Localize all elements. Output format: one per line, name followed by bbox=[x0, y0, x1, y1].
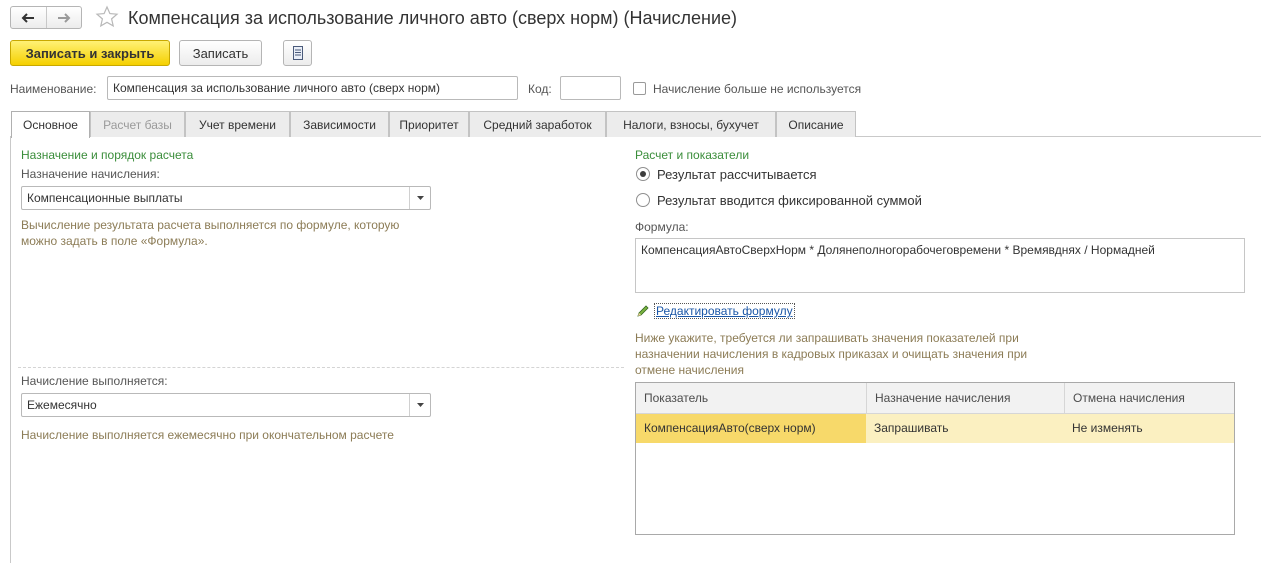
report-button[interactable] bbox=[283, 40, 312, 66]
dropdown-button[interactable] bbox=[409, 394, 430, 416]
purpose-label: Назначение начисления: bbox=[21, 167, 160, 181]
indicators-table: Показатель Назначение начисления Отмена … bbox=[635, 382, 1235, 535]
radio-result-fixed[interactable] bbox=[636, 193, 650, 207]
dropdown-button[interactable] bbox=[409, 187, 430, 209]
table-cell-cancellation[interactable]: Не изменять bbox=[1064, 414, 1234, 443]
name-label: Наименование: bbox=[10, 82, 97, 96]
pencil-icon bbox=[636, 304, 650, 321]
history-nav bbox=[10, 6, 82, 29]
save-and-close-button[interactable]: Записать и закрыть bbox=[10, 40, 170, 66]
table-row[interactable]: КомпенсацияАвто(сверх норм) Запрашивать … bbox=[636, 414, 1234, 443]
arrow-left-icon bbox=[21, 12, 35, 23]
column-header-indicator[interactable]: Показатель bbox=[636, 383, 866, 413]
performed-hint: Начисление выполняется ежемесячно при ок… bbox=[21, 428, 394, 442]
window-title: Компенсация за использование личного авт… bbox=[128, 8, 738, 28]
formula-field[interactable]: КомпенсацияАвтоСверхНорм * Долянеполного… bbox=[635, 238, 1245, 293]
favorite-star-icon[interactable] bbox=[95, 5, 119, 32]
column-header-assignment[interactable]: Назначение начисления bbox=[866, 383, 1064, 413]
section-purpose-title: Назначение и порядок расчета bbox=[21, 148, 194, 162]
radio-result-calculated-label: Результат рассчитывается bbox=[657, 167, 817, 182]
purpose-hint: Вычисление результата расчета выполняетс… bbox=[21, 218, 400, 248]
forward-button[interactable] bbox=[45, 7, 82, 28]
tab-description[interactable]: Описание bbox=[776, 111, 856, 137]
chevron-down-icon bbox=[416, 196, 424, 200]
not-used-label: Начисление больше не используется bbox=[653, 82, 862, 96]
performed-label: Начисление выполняется: bbox=[21, 374, 168, 388]
tab-priority[interactable]: Приоритет bbox=[389, 111, 469, 137]
section-calculation-title: Расчет и показатели bbox=[635, 148, 750, 162]
divider bbox=[18, 367, 624, 368]
edit-formula-link[interactable]: Редактировать формулу bbox=[654, 303, 795, 319]
table-cell-assignment[interactable]: Запрашивать bbox=[866, 414, 1064, 443]
tab-average-earnings[interactable]: Средний заработок bbox=[469, 111, 606, 137]
formula-label: Формула: bbox=[635, 220, 689, 234]
code-label: Код: bbox=[528, 82, 552, 96]
purpose-select[interactable]: Компенсационные выплаты bbox=[21, 186, 431, 210]
tab-taxes[interactable]: Налоги, взносы, бухучет bbox=[606, 111, 776, 137]
arrow-right-icon bbox=[57, 12, 71, 23]
tab-time-accounting[interactable]: Учет времени bbox=[185, 111, 290, 137]
tab-main[interactable]: Основное bbox=[11, 111, 90, 138]
tab-base-calculation[interactable]: Расчет базы bbox=[90, 111, 185, 137]
code-field[interactable] bbox=[560, 76, 621, 100]
indicators-hint: Ниже укажите, требуется ли запрашивать з… bbox=[635, 331, 1028, 377]
content-border bbox=[10, 136, 11, 563]
back-button[interactable] bbox=[11, 7, 46, 28]
column-header-cancellation[interactable]: Отмена начисления bbox=[1064, 383, 1234, 413]
document-list-icon bbox=[292, 46, 303, 60]
radio-result-fixed-label: Результат вводится фиксированной суммой bbox=[657, 193, 922, 208]
performed-value: Ежемесячно bbox=[27, 398, 97, 412]
name-field[interactable]: Компенсация за использование личного авт… bbox=[107, 76, 518, 100]
tab-dependencies[interactable]: Зависимости bbox=[290, 111, 389, 137]
purpose-value: Компенсационные выплаты bbox=[27, 191, 183, 205]
performed-select[interactable]: Ежемесячно bbox=[21, 393, 431, 417]
table-header: Показатель Назначение начисления Отмена … bbox=[636, 383, 1234, 414]
radio-result-calculated[interactable] bbox=[636, 167, 650, 181]
save-button[interactable]: Записать bbox=[179, 40, 262, 66]
table-cell-indicator[interactable]: КомпенсацияАвто(сверх норм) bbox=[636, 414, 866, 443]
not-used-checkbox[interactable] bbox=[633, 82, 646, 95]
chevron-down-icon bbox=[416, 403, 424, 407]
